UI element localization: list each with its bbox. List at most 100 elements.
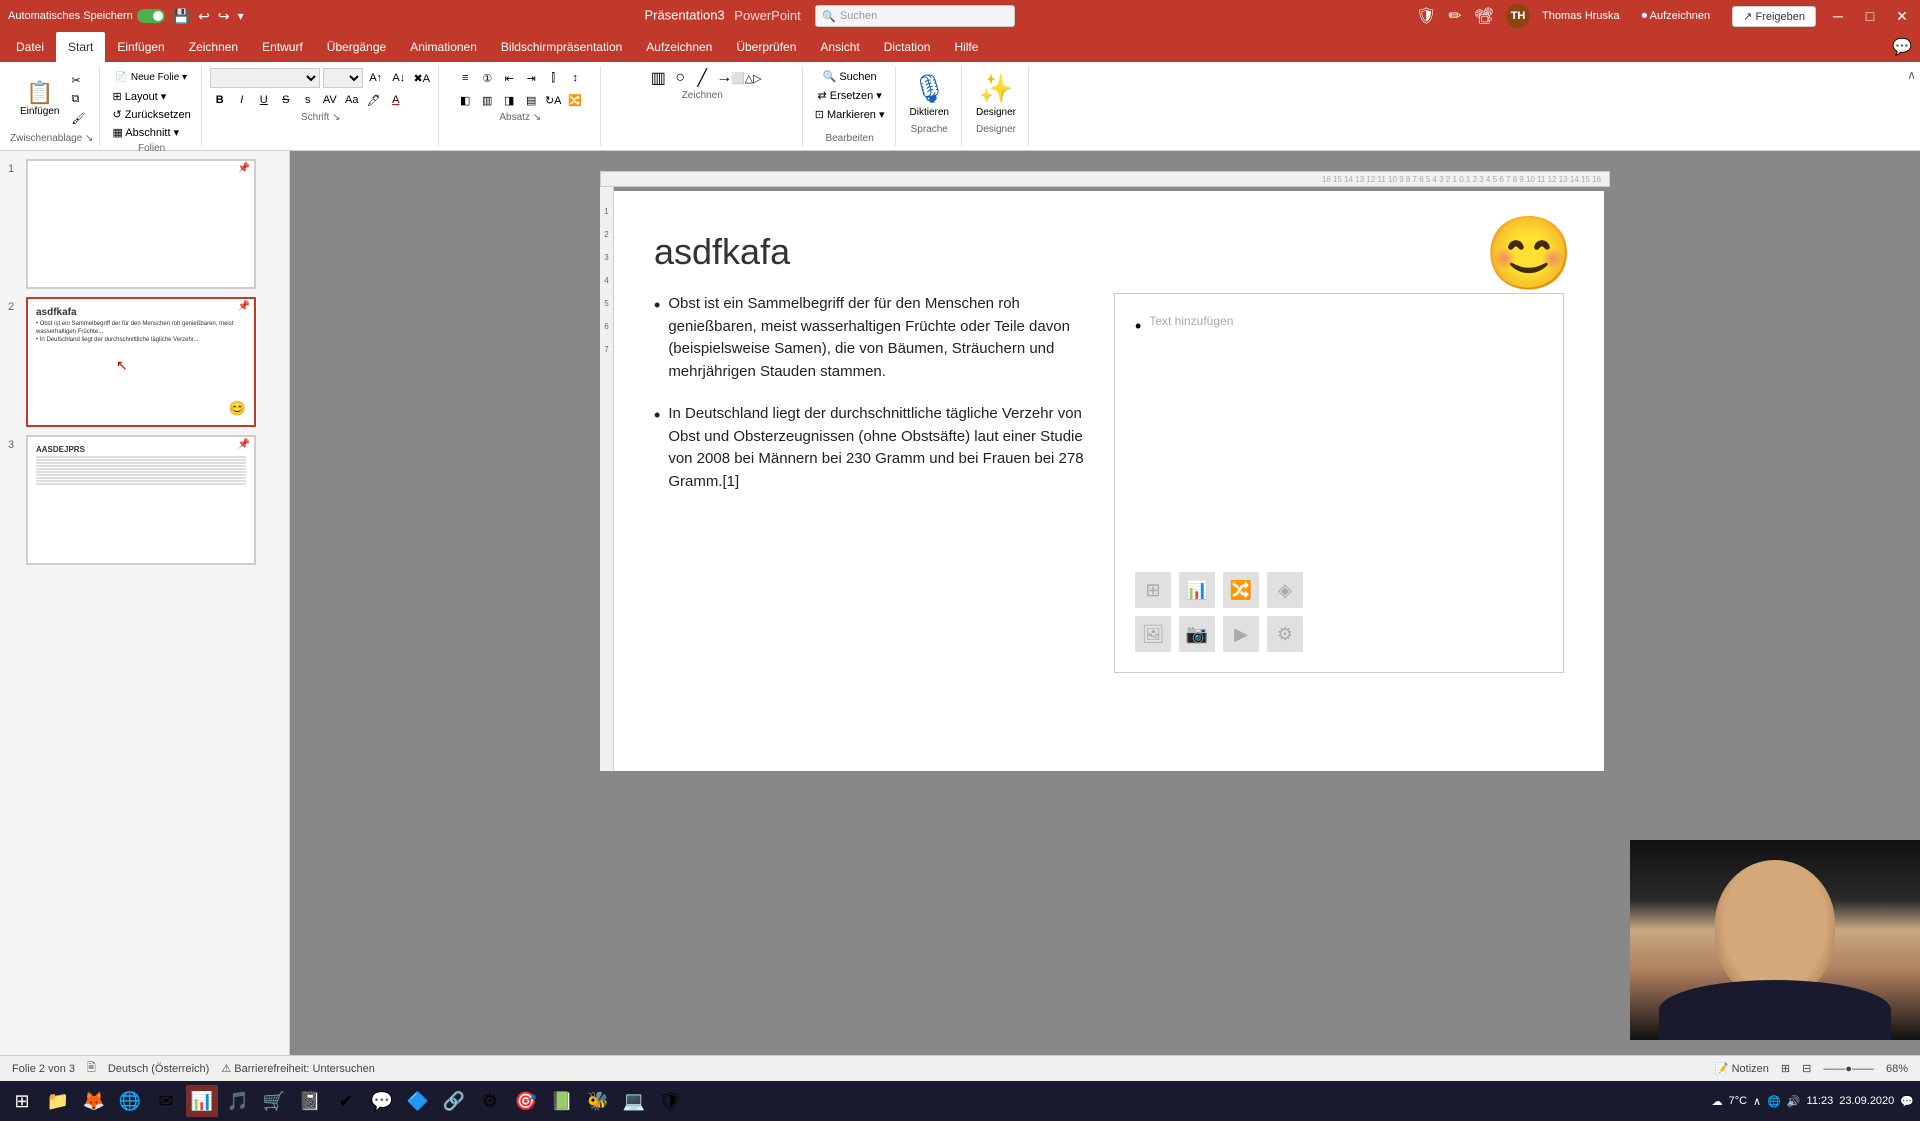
select-button[interactable]: ⊡ Markieren ▾ [811, 106, 889, 123]
slide-thumb-3[interactable]: 3 📌 AASDEJPRS [8, 435, 281, 565]
columns-button[interactable]: ⫿ [543, 68, 563, 88]
taskbar-app2[interactable]: ⚙ [474, 1085, 506, 1117]
placeholder-column[interactable]: • Text hinzufügen ⊞ 📊 🔀 ◈ 🖼 📷 ▶ ⚙ [1114, 293, 1564, 673]
tab-zeichnen[interactable]: Zeichnen [177, 32, 250, 62]
cut-button[interactable]: ✂ [67, 72, 89, 89]
taskbar-link[interactable]: 🔗 [438, 1085, 470, 1117]
taskbar-onenote[interactable]: 📓 [294, 1085, 326, 1117]
sound-icon[interactable]: 🔊 [1787, 1095, 1801, 1108]
notification-icon[interactable]: 💬 [1900, 1095, 1914, 1108]
decrease-indent-button[interactable]: ⇤ [499, 68, 519, 88]
copy-button[interactable]: ⧉ [67, 91, 89, 108]
tab-datei[interactable]: Datei [4, 32, 56, 62]
align-right-button[interactable]: ◨ [499, 90, 519, 110]
placeholder-label[interactable]: Text hinzufügen [1149, 314, 1233, 339]
taskbar-bee[interactable]: 🐝 [582, 1085, 614, 1117]
align-left-button[interactable]: ◧ [455, 90, 475, 110]
tab-hilfe[interactable]: Hilfe [942, 32, 990, 62]
font-increase-button[interactable]: A↑ [366, 68, 386, 88]
tab-dictation[interactable]: Dictation [872, 32, 943, 62]
ph-chart-icon[interactable]: 📊 [1179, 572, 1215, 608]
layout-button[interactable]: ⊞ Layout ▾ [108, 88, 170, 105]
taskbar-game[interactable]: 🎯 [510, 1085, 542, 1117]
shape-button[interactable]: ○ [670, 68, 690, 88]
tab-einfuegen[interactable]: Einfügen [105, 32, 176, 62]
align-center-button[interactable]: ▥ [477, 90, 497, 110]
autosave-switch[interactable] [137, 9, 165, 23]
slide-title[interactable]: asdfkafa [654, 231, 1564, 273]
tab-ansicht[interactable]: Ansicht [808, 32, 871, 62]
highlight-button[interactable]: 🖊 [364, 90, 384, 110]
normal-view-button[interactable]: ⊞ [1781, 1062, 1790, 1075]
taskbar-shield[interactable]: 🛡 [654, 1085, 686, 1117]
redo-icon[interactable]: ↪ [218, 8, 230, 25]
text-column[interactable]: • Obst ist ein Sammelbegriff der für den… [654, 293, 1104, 673]
taskbar-explorer[interactable]: 📁 [42, 1085, 74, 1117]
share-button[interactable]: ↗ Freigeben [1732, 6, 1816, 27]
char-spacing-button[interactable]: AV [320, 90, 340, 110]
slide-thumb-2[interactable]: 2 📌 asdfkafa • Obst ist ein Sammelbegrif… [8, 297, 281, 427]
tab-aufzeichnen[interactable]: Aufzeichnen [634, 32, 724, 62]
bullet-list-button[interactable]: ≡ [455, 68, 475, 88]
taskbar-vpn[interactable]: 🔷 [402, 1085, 434, 1117]
shapes-gallery-button[interactable]: ⬜△▷ [736, 68, 756, 88]
comments-icon[interactable]: 💬 [1892, 37, 1912, 57]
taskbar-powerpoint[interactable]: 📊 [186, 1085, 218, 1117]
taskbar-outlook[interactable]: ✉ [150, 1085, 182, 1117]
smart-art-button[interactable]: 🔀 [565, 90, 585, 110]
replace-button[interactable]: ⇄ Ersetzen ▾ [814, 87, 886, 104]
more-icon[interactable]: ▾ [238, 9, 244, 23]
notes-button[interactable]: 📝 Notizen [1715, 1062, 1769, 1075]
tab-start[interactable]: Start [56, 32, 105, 62]
minimize-button[interactable]: ─ [1828, 6, 1848, 26]
ph-image-icon[interactable]: 🖼 [1135, 616, 1171, 652]
slide-sorter-button[interactable]: ⊟ [1802, 1062, 1811, 1075]
slide-canvas[interactable]: 😊 asdfkafa • Obst ist ein Sammelbegriff … [614, 191, 1604, 771]
ribbon-collapse-button[interactable]: ∧ [1907, 68, 1916, 82]
tab-uebergaenge[interactable]: Übergänge [315, 32, 398, 62]
einfuegen-button[interactable]: 📋 Einfügen [14, 78, 65, 121]
taskbar-chrome[interactable]: 🌐 [114, 1085, 146, 1117]
underline-button[interactable]: U [254, 90, 274, 110]
font-size-select[interactable] [323, 68, 363, 88]
strikethrough-button[interactable]: S [276, 90, 296, 110]
undo-icon[interactable]: ↩ [198, 8, 210, 25]
taskbar-pc[interactable]: 💻 [618, 1085, 650, 1117]
ph-icon-icon[interactable]: ⚙ [1267, 616, 1303, 652]
justify-button[interactable]: ▤ [521, 90, 541, 110]
search-button[interactable]: 🔍 Suchen [819, 68, 881, 85]
font-color-button[interactable]: A [386, 90, 406, 110]
increase-indent-button[interactable]: ⇥ [521, 68, 541, 88]
taskbar-media[interactable]: 🎵 [222, 1085, 254, 1117]
network-icon[interactable]: 🌐 [1767, 1095, 1781, 1108]
ph-3d-icon[interactable]: ◈ [1267, 572, 1303, 608]
search-bar[interactable]: 🔍 Suchen [815, 5, 1015, 27]
record-button[interactable]: ⏺ Aufzeichnen [1632, 7, 1721, 26]
taskbar-firefox[interactable]: 🦊 [78, 1085, 110, 1117]
designer-button[interactable]: ✨ Designer [970, 68, 1022, 122]
taskbar-teams[interactable]: 💬 [366, 1085, 398, 1117]
format-paint-button[interactable]: 🖌 [67, 110, 89, 127]
tab-bildschirm[interactable]: Bildschirmpräsentation [489, 32, 634, 62]
zoom-slider[interactable]: ——●—— [1823, 1063, 1874, 1075]
maximize-button[interactable]: □ [1860, 6, 1880, 26]
close-button[interactable]: ✕ [1892, 6, 1912, 26]
bullet-1-text[interactable]: Obst ist ein Sammelbegriff der für den M… [668, 293, 1104, 383]
slide-2-preview[interactable]: 📌 asdfkafa • Obst ist ein Sammelbegriff … [26, 297, 256, 427]
clear-format-button[interactable]: ✖A [412, 68, 432, 88]
shape-arrange-button[interactable]: ▥ [648, 68, 668, 88]
save-icon[interactable]: 💾 [173, 8, 190, 25]
line-button[interactable]: ╱ [692, 68, 712, 88]
neue-folie-button[interactable]: 📄 Neue Folie ▾ [108, 68, 193, 87]
tab-animationen[interactable]: Animationen [398, 32, 489, 62]
slide-1-preview[interactable]: 📌 [26, 159, 256, 289]
ph-video-icon[interactable]: ▶ [1223, 616, 1259, 652]
shadow-button[interactable]: s [298, 90, 318, 110]
reset-button[interactable]: ↺ Zurücksetzen [108, 106, 194, 123]
systray-up-arrow[interactable]: ∧ [1753, 1095, 1761, 1108]
slide-thumb-1[interactable]: 1 📌 [8, 159, 281, 289]
ph-table-icon[interactable]: ⊞ [1135, 572, 1171, 608]
tab-ueberpruefen[interactable]: Überprüfen [724, 32, 808, 62]
tab-entwurf[interactable]: Entwurf [250, 32, 315, 62]
case-button[interactable]: Aa [342, 90, 362, 110]
